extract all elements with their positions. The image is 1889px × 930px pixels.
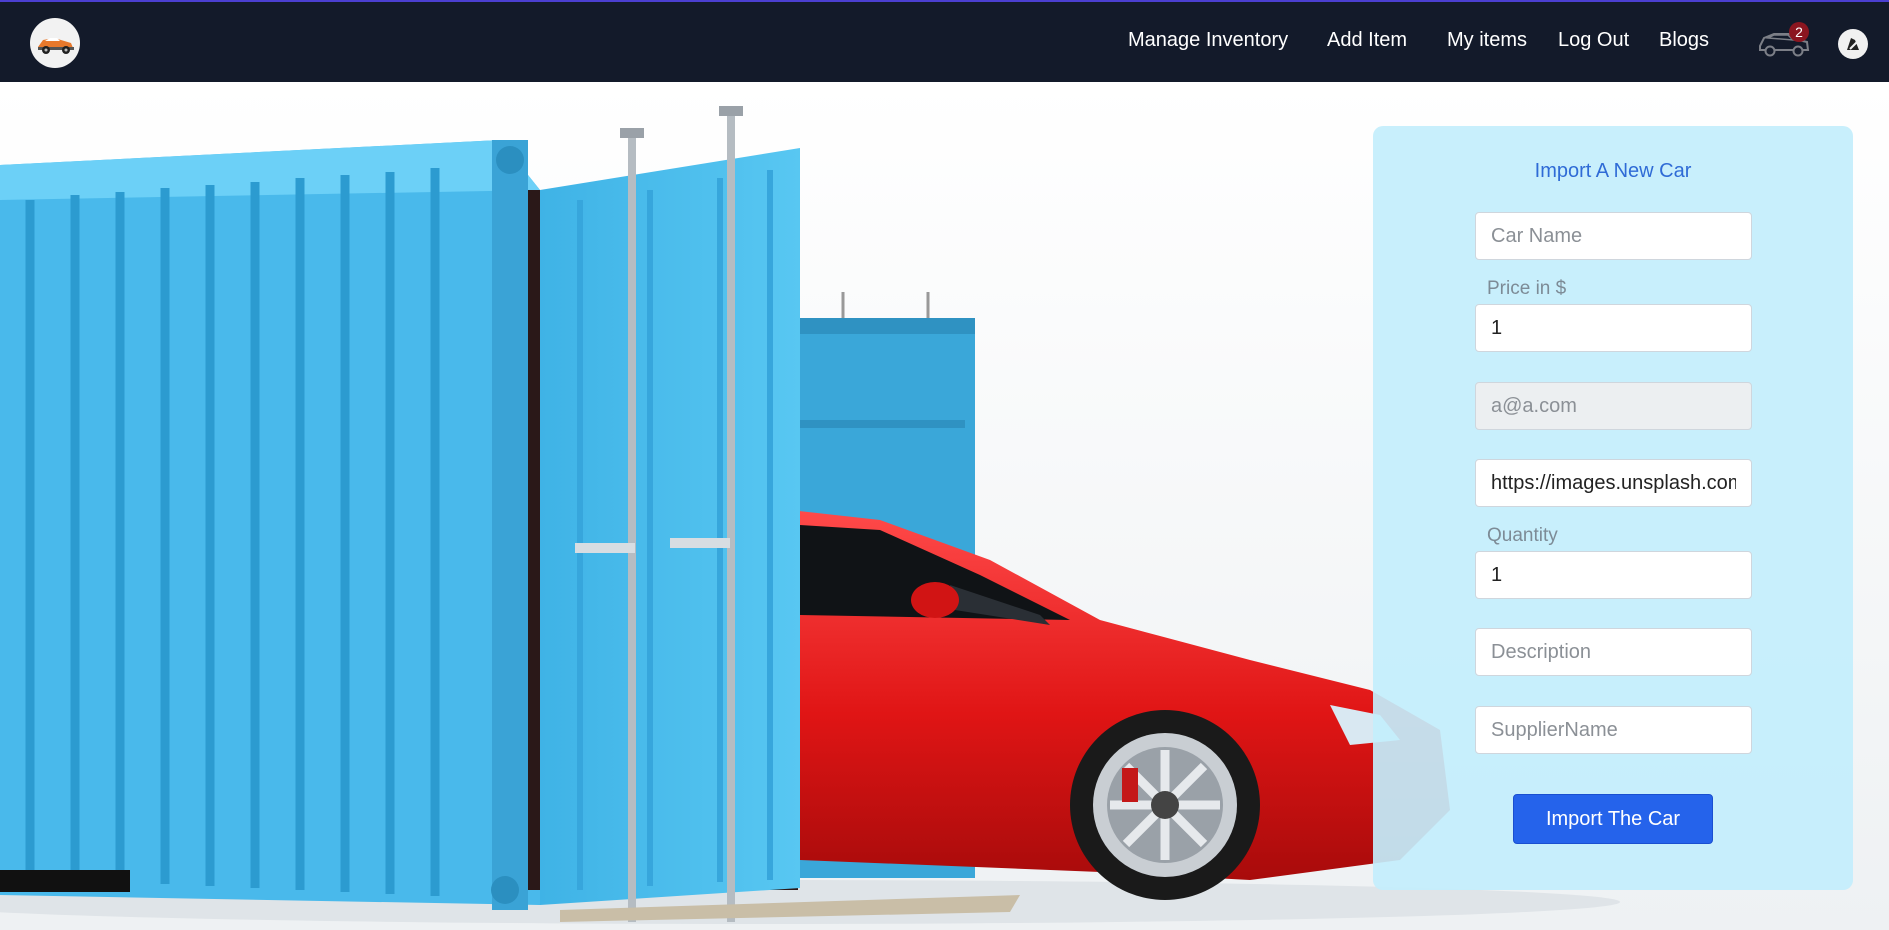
user-avatar-icon	[1839, 30, 1867, 58]
image-url-input[interactable]	[1475, 459, 1752, 507]
navbar: Manage Inventory Add Item My items Log O…	[0, 2, 1889, 82]
email-input	[1475, 382, 1752, 430]
supplier-name-input[interactable]	[1475, 706, 1752, 754]
nav-blogs[interactable]: Blogs	[1659, 29, 1709, 52]
nav-log-out[interactable]: Log Out	[1558, 29, 1629, 52]
nav-add-item[interactable]: Add Item	[1327, 29, 1407, 52]
user-avatar[interactable]	[1838, 29, 1868, 59]
import-car-form: Import A New Car Price in $ Quantity Imp…	[1373, 126, 1853, 890]
car-logo-icon	[38, 38, 74, 54]
car-name-input[interactable]	[1475, 212, 1752, 260]
quantity-input[interactable]	[1475, 551, 1752, 599]
import-car-button[interactable]: Import The Car	[1513, 794, 1713, 844]
nav-manage-inventory[interactable]: Manage Inventory	[1128, 29, 1288, 52]
price-label: Price in $	[1487, 278, 1567, 299]
form-title: Import A New Car	[1534, 160, 1692, 182]
nav-my-items[interactable]: My items	[1447, 29, 1527, 52]
description-input[interactable]	[1475, 628, 1752, 676]
hero-banner: Import A New Car Price in $ Quantity Imp…	[0, 82, 1889, 930]
logo[interactable]	[30, 18, 80, 68]
quantity-label: Quantity	[1487, 525, 1558, 546]
price-input[interactable]	[1475, 304, 1752, 352]
cart-count-badge: 2	[1789, 22, 1809, 42]
